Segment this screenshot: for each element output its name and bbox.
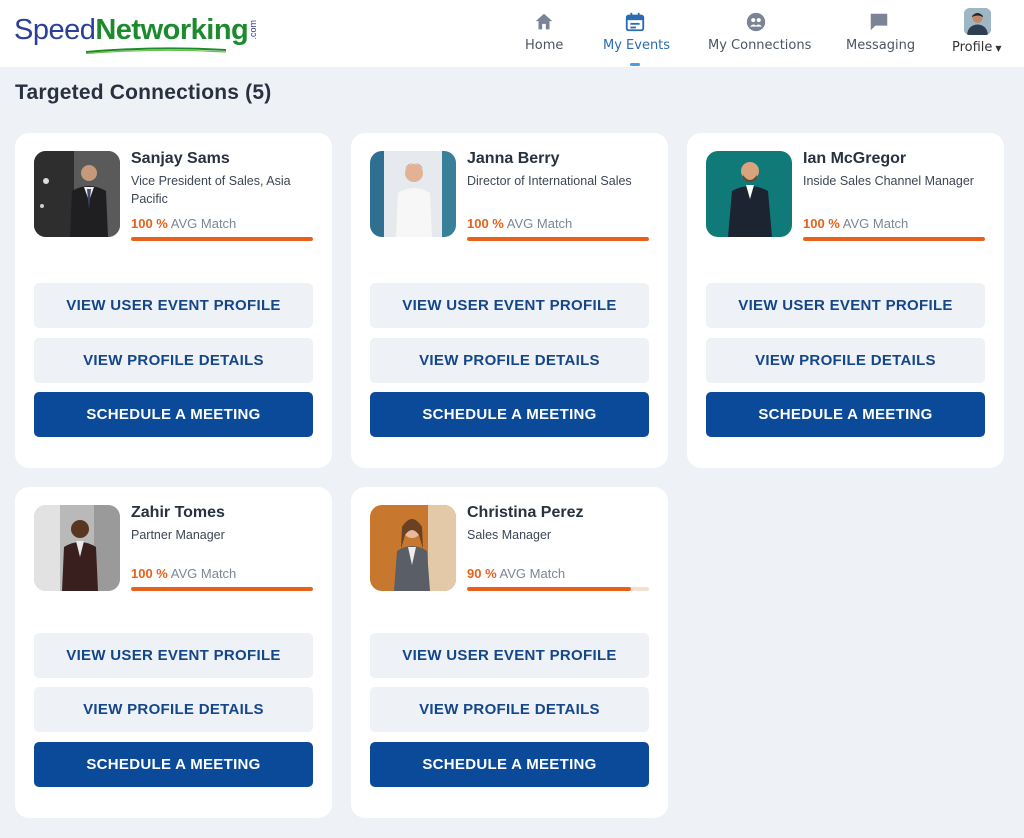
connection-card: Ian McGregor Inside Sales Channel Manage… [687,133,1004,468]
match-score: 90 % AVG Match [467,566,565,581]
connection-card: Christina Perez Sales Manager 90 % AVG M… [351,487,668,818]
match-progress-fill [803,237,985,241]
match-percent: 90 % [467,566,497,581]
profile-photo[interactable] [370,151,456,237]
match-percent: 100 % [803,216,840,231]
view-user-event-profile-button[interactable]: VIEW USER EVENT PROFILE [34,283,313,328]
schedule-meeting-button[interactable]: SCHEDULE A MEETING [706,392,985,437]
connection-name[interactable]: Ian McGregor [803,150,906,168]
user-avatar-image [964,8,991,35]
connection-card: Sanjay Sams Vice President of Sales, Asi… [15,133,332,468]
match-progress-fill [467,587,631,591]
nav-my-events[interactable]: My Events [600,0,670,67]
connection-name[interactable]: Christina Perez [467,504,583,522]
profile-photo-image [706,151,792,237]
match-percent: 100 % [467,216,504,231]
active-tab-indicator [630,63,640,66]
view-profile-details-button[interactable]: VIEW PROFILE DETAILS [34,687,313,732]
connection-job-title: Partner Manager [131,528,225,542]
speednetworking-logo[interactable]: Speed Networking .com [14,14,259,54]
match-progress-fill [467,237,649,241]
nav-messaging-label: Messaging [846,38,916,53]
connections-icon [746,12,766,32]
nav-home-label: Home [525,38,564,53]
view-profile-details-button[interactable]: VIEW PROFILE DETAILS [370,338,649,383]
logo-networking-text: Networking [95,14,249,46]
connection-job-title: Vice President of Sales, Asia Pacific [131,174,291,206]
schedule-meeting-button[interactable]: SCHEDULE A MEETING [34,392,313,437]
connection-name[interactable]: Janna Berry [467,150,560,168]
profile-photo[interactable] [34,505,120,591]
nav-profile-menu[interactable]: Profile ▼ [950,0,1010,67]
user-avatar [964,8,991,35]
match-score: 100 % AVG Match [467,216,572,231]
logo-speed-text: Speed [14,14,96,46]
connection-name[interactable]: Sanjay Sams [131,150,230,168]
view-user-event-profile-button[interactable]: VIEW USER EVENT PROFILE [370,283,649,328]
profile-photo-image [34,151,120,237]
profile-photo-image [370,151,456,237]
view-user-event-profile-button[interactable]: VIEW USER EVENT PROFILE [34,633,313,678]
message-icon [870,13,888,31]
home-icon [535,13,553,30]
connection-card: Zahir Tomes Partner Manager 100 % AVG Ma… [15,487,332,818]
schedule-meeting-button[interactable]: SCHEDULE A MEETING [34,742,313,787]
match-label: AVG Match [499,566,566,581]
match-percent: 100 % [131,216,168,231]
profile-photo-image [34,505,120,591]
caret-down-icon: ▼ [995,44,1002,53]
view-profile-details-button[interactable]: VIEW PROFILE DETAILS [34,338,313,383]
nav-profile-label: Profile ▼ [952,40,1002,55]
match-label: AVG Match [842,216,909,231]
match-progress-fill [131,587,313,591]
page-title: Targeted Connections (5) [15,81,272,104]
profile-photo-image [370,505,456,591]
match-score: 100 % AVG Match [803,216,908,231]
match-progress-bar [467,237,649,241]
connection-job-title: Director of International Sales [467,174,632,188]
match-progress-bar [131,587,313,591]
connection-job-title: Sales Manager [467,528,552,542]
match-label: AVG Match [506,216,573,231]
logo-com-text: .com [248,20,259,40]
profile-label-text: Profile [952,40,993,55]
top-navigation-bar: Speed Networking .com Home My Events My … [0,0,1024,67]
connection-name[interactable]: Zahir Tomes [131,504,225,522]
nav-my-connections[interactable]: My Connections [706,0,811,67]
connection-card: Janna Berry Director of International Sa… [351,133,668,468]
connection-job-title: Inside Sales Channel Manager [803,174,974,188]
view-profile-details-button[interactable]: VIEW PROFILE DETAILS [706,338,985,383]
view-user-event-profile-button[interactable]: VIEW USER EVENT PROFILE [370,633,649,678]
match-label: AVG Match [170,566,237,581]
schedule-meeting-button[interactable]: SCHEDULE A MEETING [370,742,649,787]
nav-messaging[interactable]: Messaging [844,0,916,67]
profile-photo[interactable] [706,151,792,237]
match-percent: 100 % [131,566,168,581]
nav-my-events-label: My Events [603,38,671,53]
match-score: 100 % AVG Match [131,216,236,231]
logo-swoosh-graphic [86,47,226,54]
view-profile-details-button[interactable]: VIEW PROFILE DETAILS [370,687,649,732]
match-progress-fill [131,237,313,241]
nav-home[interactable]: Home [520,0,568,67]
match-progress-bar [131,237,313,241]
nav-my-connections-label: My Connections [708,38,812,53]
match-progress-bar [467,587,649,591]
view-user-event-profile-button[interactable]: VIEW USER EVENT PROFILE [706,283,985,328]
calendar-icon [625,12,645,32]
profile-photo[interactable] [34,151,120,237]
profile-photo[interactable] [370,505,456,591]
match-label: AVG Match [170,216,237,231]
match-progress-bar [803,237,985,241]
schedule-meeting-button[interactable]: SCHEDULE A MEETING [370,392,649,437]
match-score: 100 % AVG Match [131,566,236,581]
